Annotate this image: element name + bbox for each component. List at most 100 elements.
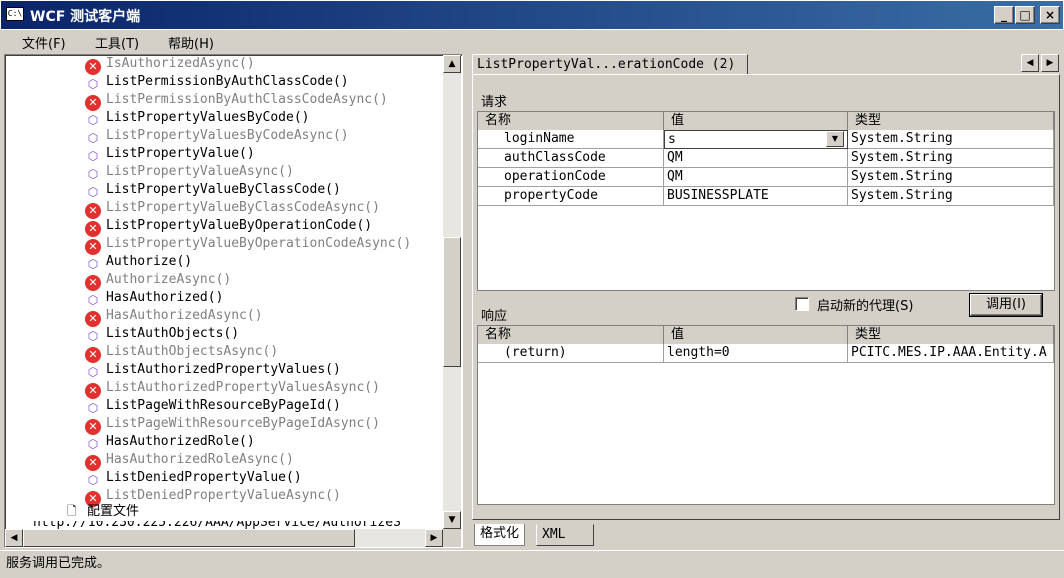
tree-item-label: ListPropertyValueByOperationCode() bbox=[106, 218, 373, 233]
tree-item-label: ListPropertyValueByOperationCodeAsync() bbox=[106, 236, 412, 251]
param-value-cell[interactable]: length=0 bbox=[664, 344, 848, 363]
cube-icon: ⬡ bbox=[87, 131, 99, 145]
param-name-cell: authClassCode bbox=[478, 149, 664, 168]
service-tree[interactable]: ✕ IsAuthorizedAsync() ⬡ ListPermissionByAut… bbox=[4, 54, 463, 548]
tree-item-operation[interactable]: ⬡ ListPropertyValueAsync() bbox=[85, 163, 294, 181]
tree-item-operation[interactable]: ✕ ListPropertyValueByOperationCode() bbox=[85, 217, 373, 237]
scroll-down-icon[interactable]: ▼ bbox=[443, 511, 461, 529]
cube-icon: ⬡ bbox=[87, 149, 99, 163]
tree-item-operation[interactable]: ✕ AuthorizeAsync() bbox=[85, 271, 232, 291]
dropdown-arrow-icon[interactable]: ▼ bbox=[826, 131, 844, 147]
tree-item-operation[interactable]: ⬡ HasAuthorizedRole() bbox=[85, 433, 255, 451]
menu-tools[interactable]: 工具(T) bbox=[87, 31, 147, 54]
tree-item-operation[interactable]: ⬡ ListPropertyValueByClassCode() bbox=[85, 181, 341, 199]
maximize-button[interactable]: □ bbox=[1015, 6, 1035, 24]
scroll-thumb[interactable] bbox=[443, 237, 461, 367]
tree-item-operation[interactable]: ⬡ ListAuthObjects() bbox=[85, 325, 239, 343]
tree-item-operation[interactable]: ✕ ListAuthorizedPropertyValuesAsync() bbox=[85, 379, 380, 399]
status-bar: 服务调用已完成。 bbox=[0, 550, 1064, 578]
minimize-button[interactable]: _ bbox=[994, 6, 1014, 24]
param-value-cell[interactable]: QM bbox=[664, 168, 848, 187]
tree-vertical-scrollbar[interactable]: ▲ ▼ bbox=[443, 55, 461, 529]
tree-item-label: ListAuthObjects() bbox=[106, 326, 240, 341]
response-grid-header: 名称 值 类型 bbox=[478, 326, 1054, 344]
tab-formatted[interactable]: 格式化 bbox=[474, 524, 526, 546]
tree-item-operation[interactable]: ⬡ Authorize() bbox=[85, 253, 192, 271]
request-grid: 名称 值 类型 loginName s System.String ▼ authClas… bbox=[477, 111, 1055, 291]
cube-icon: ⬡ bbox=[87, 329, 99, 343]
tree-item-operation[interactable]: ⬡ ListPropertyValuesByCode() bbox=[85, 109, 310, 127]
tree-item-label: ListPropertyValuesByCodeAsync() bbox=[106, 128, 349, 143]
param-name-cell: loginName bbox=[478, 130, 664, 149]
window-title: WCF 测试客户端 bbox=[30, 9, 141, 25]
tab-xml[interactable]: XML bbox=[536, 524, 594, 546]
tree-item-label: ListPermissionByAuthClassCodeAsync() bbox=[106, 92, 388, 107]
cube-icon: ⬡ bbox=[87, 77, 99, 91]
title-bar bbox=[0, 0, 1064, 30]
tree-item-operation[interactable]: ✕ ListAuthObjectsAsync() bbox=[85, 343, 279, 363]
tree-item-operation[interactable]: ✕ HasAuthorizedAsync() bbox=[85, 307, 263, 327]
cube-icon: ⬡ bbox=[87, 167, 99, 181]
tree-item-operation[interactable]: ⬡ HasAuthorized() bbox=[85, 289, 224, 307]
menu-file[interactable]: 文件(F) bbox=[14, 31, 74, 54]
header-type: 类型 bbox=[848, 326, 1054, 344]
tree-item-operation[interactable]: ⬡ ListPageWithResourceByPageId() bbox=[85, 397, 341, 415]
tree-item-operation[interactable]: ⬡ ListPermissionByAuthClassCode() bbox=[85, 73, 349, 91]
tree-item-operation[interactable]: ✕ ListPageWithResourceByPageIdAsync() bbox=[85, 415, 380, 435]
invoke-button[interactable]: 调用(I) bbox=[970, 294, 1042, 316]
scroll-thumb-horizontal[interactable] bbox=[23, 529, 355, 547]
header-value: 值 bbox=[664, 326, 848, 344]
tree-item-operation[interactable]: ⬡ ListDeniedPropertyValue() bbox=[85, 469, 302, 487]
tree-item-label: HasAuthorizedRoleAsync() bbox=[106, 452, 294, 467]
header-type: 类型 bbox=[848, 112, 1054, 130]
tree-item-label: ListPropertyValuesByCode() bbox=[106, 110, 310, 125]
tree-item-label: ListPermissionByAuthClassCode() bbox=[106, 74, 349, 89]
close-button[interactable]: × bbox=[1040, 6, 1060, 24]
tree-item-operation[interactable]: ⬡ ListAuthorizedPropertyValues() bbox=[85, 361, 341, 379]
tree-item-config-file[interactable]: 配置文件 bbox=[87, 503, 139, 521]
param-value-cell[interactable]: QM bbox=[664, 149, 848, 168]
tree-item-label: ListAuthorizedPropertyValues() bbox=[106, 362, 341, 377]
cube-icon: ⬡ bbox=[87, 473, 99, 487]
tree-item-label: ListPropertyValue() bbox=[106, 146, 255, 161]
tab-operation[interactable]: ListPropertyVal...erationCode (2) bbox=[472, 54, 748, 75]
header-name: 名称 bbox=[478, 112, 664, 130]
tree-item-label: ListDeniedPropertyValue() bbox=[106, 470, 302, 485]
cube-icon: ⬡ bbox=[87, 185, 99, 199]
cube-icon: ⬡ bbox=[87, 293, 99, 307]
menu-help[interactable]: 帮助(H) bbox=[160, 31, 222, 54]
tree-item-operation[interactable]: ✕ ListPropertyValueByOperationCodeAsync() bbox=[85, 235, 412, 255]
param-type-cell: System.String bbox=[848, 149, 1054, 168]
scroll-left-icon[interactable]: ◀ bbox=[5, 529, 23, 547]
tree-item-operation[interactable]: ⬡ ListPropertyValuesByCodeAsync() bbox=[85, 127, 349, 145]
new-proxy-label[interactable]: 启动新的代理(S) bbox=[817, 295, 913, 314]
tree-item-operation[interactable]: ⬡ ListPropertyValue() bbox=[85, 145, 255, 163]
tab-scroll-left-icon[interactable]: ◀ bbox=[1021, 54, 1039, 72]
tree-item-label: ListPropertyValueAsync() bbox=[106, 164, 294, 179]
scroll-up-icon[interactable]: ▲ bbox=[443, 55, 461, 73]
tree-item-label: HasAuthorizedRole() bbox=[106, 434, 255, 449]
tree-item-label: HasAuthorizedAsync() bbox=[106, 308, 263, 323]
tree-item-label: ListDeniedPropertyValueAsync() bbox=[106, 488, 341, 503]
tab-scroll-right-icon[interactable]: ▶ bbox=[1041, 54, 1059, 72]
request-section-label: 请求 bbox=[481, 95, 508, 110]
tree-item-label: ListAuthObjectsAsync() bbox=[106, 344, 279, 359]
tree-item-operation[interactable]: ✕ ListPropertyValueByClassCodeAsync() bbox=[85, 199, 380, 219]
param-name-cell: operationCode bbox=[478, 168, 664, 187]
panel-splitter[interactable] bbox=[465, 54, 471, 548]
param-name-cell: propertyCode bbox=[478, 187, 664, 206]
scroll-right-icon[interactable]: ▶ bbox=[425, 529, 443, 547]
tree-horizontal-scrollbar[interactable]: ◀ ▶ bbox=[5, 529, 443, 547]
param-value-cell[interactable]: BUSINESSPLATE bbox=[664, 187, 848, 206]
new-proxy-checkbox[interactable] bbox=[795, 297, 809, 311]
tree-item-operation[interactable]: ✕ HasAuthorizedRoleAsync() bbox=[85, 451, 294, 471]
param-value-cell[interactable]: s bbox=[664, 130, 848, 149]
response-section-label: 响应 bbox=[481, 309, 508, 324]
tree-item-label: ListPageWithResourceByPageId() bbox=[106, 398, 341, 413]
tree-item-label: Authorize() bbox=[106, 254, 193, 269]
tree-item-operation[interactable]: ✕ ListPermissionByAuthClassCodeAsync() bbox=[85, 91, 388, 111]
tree-item-operation[interactable]: ✕ IsAuthorizedAsync() bbox=[85, 55, 255, 75]
tree-item-label: ListPropertyValueByClassCodeAsync() bbox=[106, 200, 380, 215]
response-grid: 名称 值 类型 (return) length=0 PCITC.MES.IP.AAA… bbox=[477, 325, 1055, 505]
tree-item-label: AuthorizeAsync() bbox=[106, 272, 232, 287]
